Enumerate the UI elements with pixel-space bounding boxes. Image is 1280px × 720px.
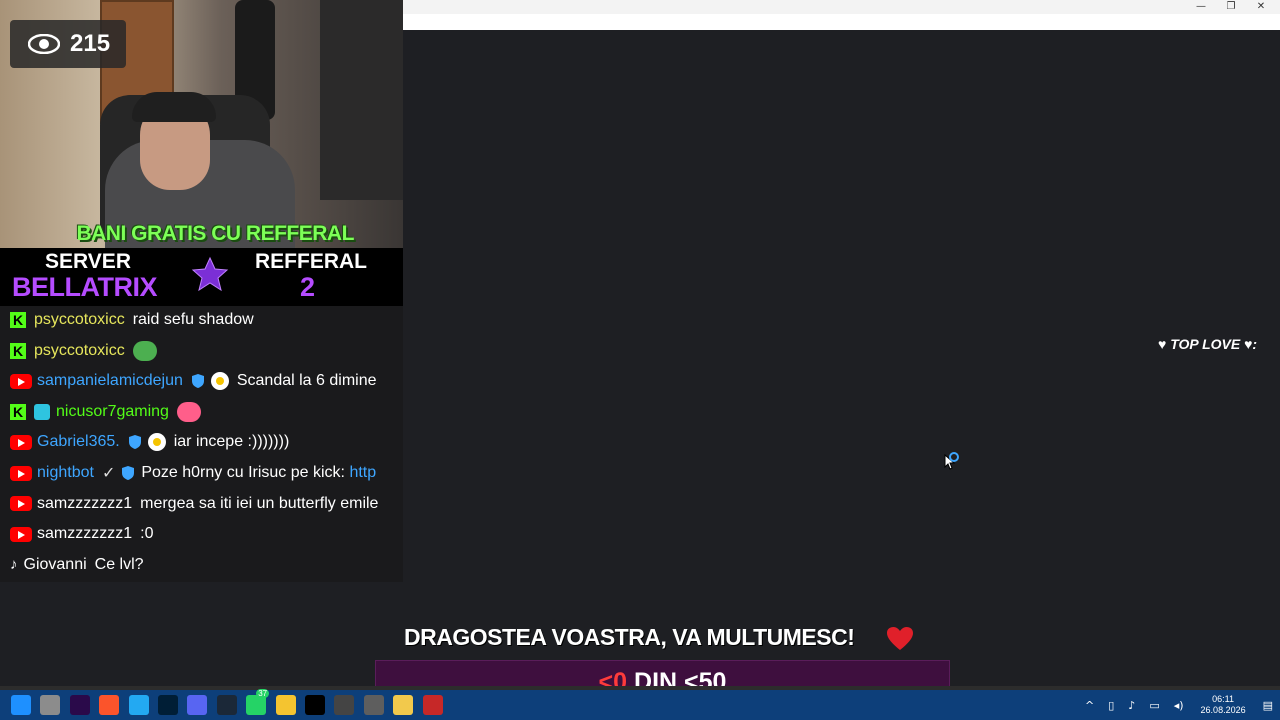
youtube-icon bbox=[10, 526, 32, 542]
app-canvas[interactable] bbox=[403, 30, 1280, 686]
chat-text: Ce lvl? bbox=[94, 555, 144, 573]
microphone-icon[interactable]: ♪ bbox=[1128, 699, 1135, 712]
discord-icon[interactable] bbox=[187, 695, 208, 715]
heart-icon bbox=[887, 627, 913, 650]
task-view-icon[interactable] bbox=[40, 695, 61, 715]
heart-icon: ♥: bbox=[1244, 336, 1258, 352]
chat-text: iar incepe :))))))) bbox=[173, 433, 290, 451]
window-toolbar bbox=[403, 14, 1280, 30]
room-shelf bbox=[320, 0, 403, 200]
viewer-count: 215 bbox=[70, 30, 111, 57]
usb-icon[interactable]: ▯ bbox=[1108, 699, 1114, 712]
verified-icon: ✓ bbox=[101, 465, 116, 482]
moderator-shield-icon bbox=[122, 466, 135, 480]
popsicle-emote-icon bbox=[176, 401, 201, 422]
chat-username[interactable]: nicusor7gaming bbox=[56, 403, 169, 421]
chat-username[interactable]: Gabriel365. bbox=[37, 433, 120, 451]
chat-message: Kpsyccotoxicc bbox=[10, 337, 157, 365]
chat-message: samzzzzzzz1 :0 bbox=[10, 520, 153, 548]
vscode-icon[interactable] bbox=[128, 695, 149, 715]
chat-text: Scandal la 6 dimine bbox=[236, 372, 377, 390]
app-icon[interactable] bbox=[422, 695, 443, 715]
network-icon[interactable]: ▭ bbox=[1149, 699, 1159, 712]
taskbar: 37 ^ ▯ ♪ ▭ ◂) 06:11 26.08.2026 ▤ bbox=[0, 689, 1280, 720]
pepe-emote-icon bbox=[132, 340, 157, 361]
top-love-label: TOP LOVE bbox=[1170, 336, 1241, 352]
whatsapp-icon[interactable]: 37 bbox=[246, 689, 270, 715]
chat-username[interactable]: psyccotoxicc bbox=[34, 342, 125, 360]
kick-icon: K bbox=[10, 403, 26, 420]
refferal-banner: BANI GRATIS CU REFFERAL bbox=[70, 222, 360, 248]
clock-date: 26.08.2026 bbox=[1200, 705, 1246, 715]
tiktok-icon: ♪ bbox=[10, 556, 18, 574]
steam-icon[interactable] bbox=[216, 695, 237, 715]
server-name: BELLATRIX bbox=[12, 272, 158, 302]
moderator-shield-icon bbox=[128, 435, 141, 450]
bellatrix-logo-icon bbox=[191, 256, 229, 292]
chat-username[interactable]: sampanielamicdejun bbox=[37, 372, 183, 390]
moderator-shield-icon bbox=[191, 374, 204, 389]
premiere-icon[interactable] bbox=[69, 695, 90, 715]
streamer-headphones bbox=[132, 92, 216, 122]
chat-message: sampanielamicdejun Scandal la 6 dimine bbox=[10, 367, 377, 395]
start-icon[interactable] bbox=[11, 695, 31, 715]
photoshop-icon[interactable] bbox=[158, 695, 178, 715]
chat-text: Poze h0rny cu Irisuc pe kick: bbox=[141, 464, 350, 481]
kick-icon: K bbox=[10, 342, 26, 359]
server-label: SERVER bbox=[45, 250, 131, 273]
chat-message: Gabriel365. iar incepe :))))))) bbox=[10, 428, 289, 456]
chat-message: samzzzzzzz1 mergea sa iti iei un butterfl… bbox=[10, 490, 378, 518]
busy-cursor-icon bbox=[944, 452, 959, 470]
notification-icon[interactable]: ▤ bbox=[1263, 699, 1273, 712]
eye-icon bbox=[28, 34, 60, 54]
chat-message: Kpsyccotoxicc raid sefu shadow bbox=[10, 306, 254, 334]
system-tray: ^ ▯ ♪ ▭ ◂) 06:11 26.08.2026 ▤ bbox=[1078, 690, 1280, 720]
chrome-icon[interactable] bbox=[334, 695, 355, 715]
chat-username[interactable]: psyccotoxicc bbox=[34, 311, 125, 329]
youtube-icon bbox=[10, 465, 32, 481]
chat-message: Knicusor7gaming bbox=[10, 398, 201, 426]
clock-time: 06:11 bbox=[1212, 694, 1234, 704]
chat-username[interactable]: samzzzzzzz1 bbox=[37, 525, 132, 543]
refferal-banner-text: BANI GRATIS CU REFFERAL bbox=[76, 222, 354, 245]
youtube-icon bbox=[10, 496, 32, 512]
subscriber-badge-icon bbox=[34, 403, 50, 420]
chat-text: :0 bbox=[140, 525, 154, 543]
viewer-count-badge: 215 bbox=[10, 20, 126, 68]
chat-username[interactable]: samzzzzzzz1 bbox=[37, 495, 132, 513]
chat-link[interactable]: http bbox=[349, 464, 376, 482]
volume-icon[interactable]: ◂) bbox=[1174, 699, 1184, 712]
whatsapp-badge: 37 bbox=[256, 689, 270, 698]
chat-text: mergea sa iti iei un butterfly emile bbox=[140, 494, 379, 512]
clock[interactable]: 06:11 26.08.2026 bbox=[1201, 694, 1246, 716]
file-explorer-icon[interactable] bbox=[275, 695, 296, 715]
thanks-message: DRAGOSTEA VOASTRA, VA MULTUMESC! bbox=[404, 624, 855, 650]
egg-badge-icon bbox=[210, 372, 229, 391]
refferal-label: REFFERAL bbox=[255, 250, 367, 273]
calculator-icon[interactable] bbox=[363, 695, 384, 715]
window-titlebar: — ❐ ✕ bbox=[403, 0, 1280, 14]
chevron-up-icon[interactable]: ^ bbox=[1085, 699, 1094, 712]
chat-text: raid sefu shadow bbox=[132, 311, 254, 328]
chat-panel: Kpsyccotoxicc raid sefu shadow Kpsyccotoxi… bbox=[0, 306, 403, 582]
chat-username[interactable]: nightbot bbox=[37, 464, 94, 482]
chat-username[interactable]: Giovanni bbox=[24, 556, 87, 574]
youtube-icon bbox=[10, 434, 32, 450]
tiktok-icon[interactable] bbox=[305, 695, 325, 715]
close-button[interactable]: ✕ bbox=[1246, 0, 1276, 14]
heart-icon: ♥ bbox=[1158, 336, 1167, 352]
chat-message: nightbot ✓ Poze h0rny cu Irisuc pe kick: h… bbox=[10, 459, 376, 487]
minimize-button[interactable]: — bbox=[1186, 0, 1216, 14]
egg-badge-icon bbox=[147, 433, 166, 452]
notes-icon[interactable] bbox=[393, 695, 414, 715]
refferal-count: 2 bbox=[300, 272, 316, 302]
youtube-icon bbox=[10, 373, 32, 389]
kick-icon: K bbox=[10, 312, 26, 328]
webcam-feed: 215 BANI GRATIS CU REFFERAL bbox=[0, 0, 403, 248]
maximize-button[interactable]: ❐ bbox=[1216, 0, 1246, 14]
brave-icon[interactable] bbox=[99, 695, 120, 715]
chat-message: ♪ Giovanni Ce lvl? bbox=[10, 551, 144, 579]
top-love-widget: ♥ TOP LOVE ♥: bbox=[1158, 336, 1257, 352]
